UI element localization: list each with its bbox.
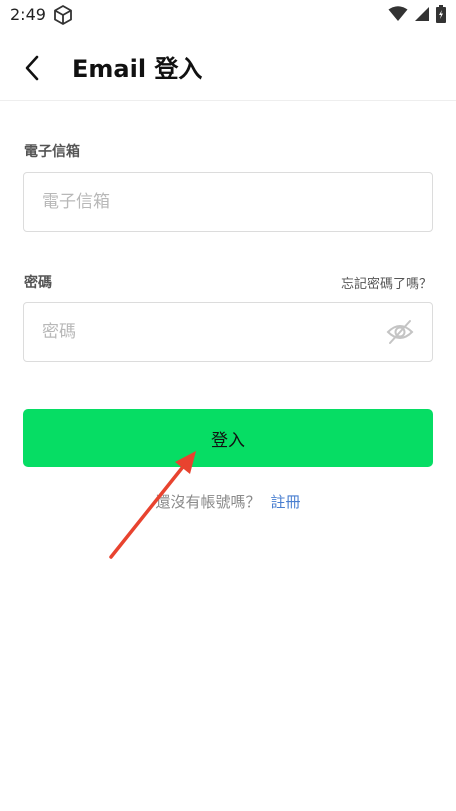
- status-bar: 2:49: [0, 0, 456, 30]
- battery-icon: [436, 5, 446, 23]
- email-field[interactable]: [42, 173, 382, 231]
- login-button[interactable]: 登入: [23, 409, 433, 467]
- annotation-arrow-icon: [109, 451, 196, 559]
- forgot-password-link[interactable]: 忘記密碼了嗎？: [341, 273, 432, 292]
- chevron-left-icon: [25, 55, 39, 81]
- status-icons: [388, 5, 446, 23]
- signup-prompt: 還沒有帳號嗎？: [155, 493, 261, 511]
- password-label: 密碼: [24, 275, 52, 291]
- email-field-container: [23, 172, 433, 232]
- signup-link[interactable]: 註冊: [271, 493, 301, 511]
- eye-off-icon[interactable]: [386, 319, 414, 345]
- signal-icon: [415, 7, 429, 21]
- back-button[interactable]: [14, 50, 50, 86]
- cube-icon: [54, 5, 72, 25]
- page-title: Email 登入: [72, 55, 203, 83]
- password-field-container: [23, 302, 433, 362]
- email-label: 電子信箱: [24, 144, 80, 160]
- password-field[interactable]: [42, 303, 382, 361]
- app-header: Email 登入: [0, 30, 456, 101]
- signup-row: 還沒有帳號嗎？ 註冊: [0, 491, 456, 512]
- status-time: 2:49: [10, 5, 46, 24]
- wifi-icon: [388, 6, 408, 21]
